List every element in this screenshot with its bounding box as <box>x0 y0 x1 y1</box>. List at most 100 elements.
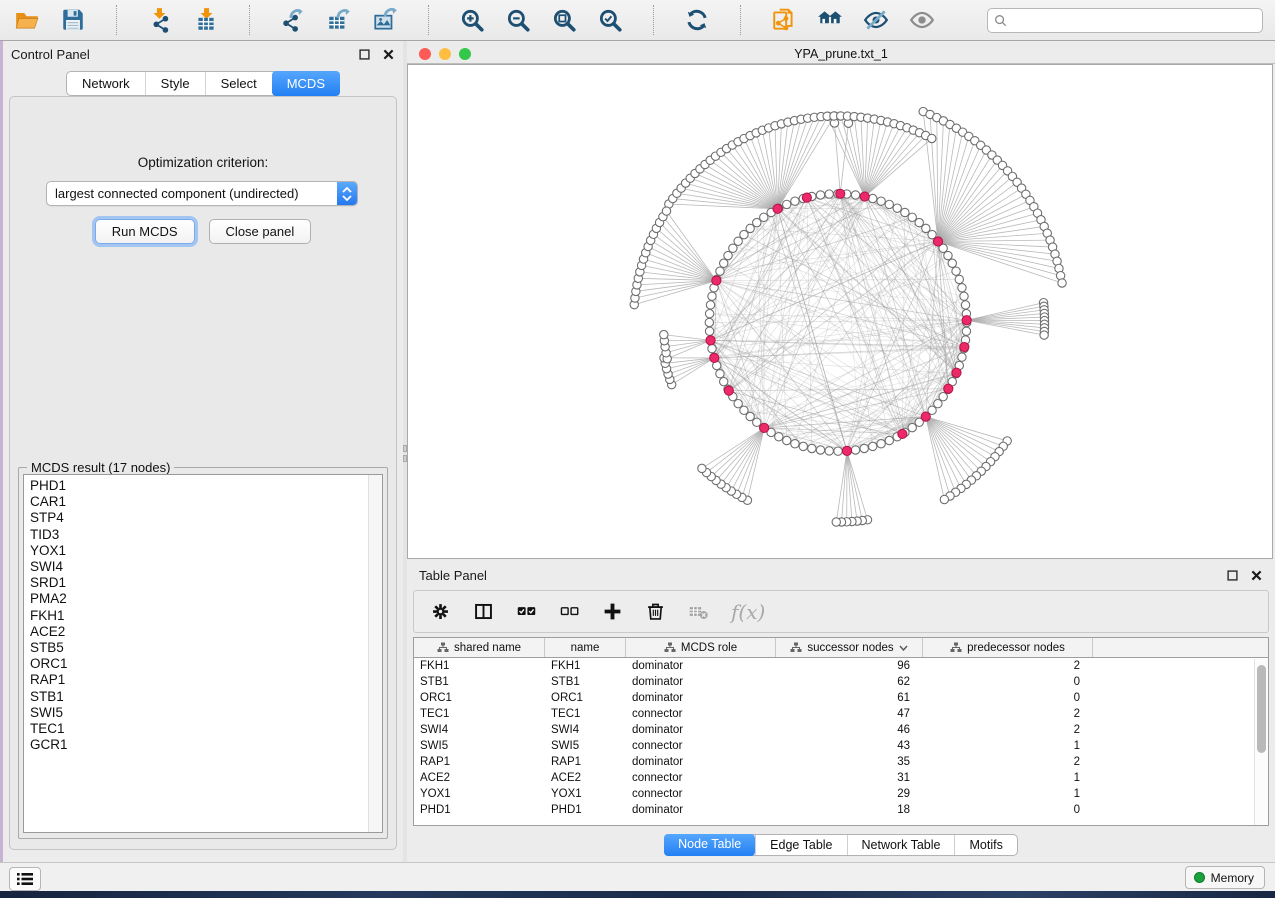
tab-motifs[interactable]: Motifs <box>954 835 1016 855</box>
mcds-result-item[interactable]: TEC1 <box>30 721 368 737</box>
task-history-button[interactable] <box>9 867 41 891</box>
zoom-out-button[interactable] <box>503 5 533 35</box>
mcds-result-item[interactable]: STB1 <box>30 689 368 705</box>
table-row[interactable]: STB1STB1dominator620 <box>414 674 1268 690</box>
close-panel-icon[interactable] <box>381 47 395 61</box>
table-row[interactable]: RAP1RAP1dominator352 <box>414 754 1268 770</box>
mcds-hub-node[interactable] <box>921 412 930 421</box>
tab-mcds[interactable]: MCDS <box>272 71 340 96</box>
table-row[interactable]: ACE2ACE2connector311 <box>414 770 1268 786</box>
column-header-MCDS-role[interactable]: MCDS role <box>626 638 776 657</box>
tab-select[interactable]: Select <box>205 72 272 95</box>
zoom-fit-button[interactable] <box>549 5 579 35</box>
column-header-successor-nodes[interactable]: successor nodes <box>776 638 923 657</box>
float-panel-icon[interactable] <box>357 47 371 61</box>
zoom-selected-button[interactable] <box>595 5 625 35</box>
deselect-all-button[interactable] <box>559 601 580 622</box>
search-box[interactable] <box>987 8 1263 33</box>
mcds-result-item[interactable]: YOX1 <box>30 543 368 559</box>
open-file-button[interactable] <box>12 5 42 35</box>
mcds-hub-node[interactable] <box>802 193 811 202</box>
close-panel-icon[interactable] <box>1249 568 1263 582</box>
import-table-button[interactable] <box>191 5 221 35</box>
mcds-hub-node[interactable] <box>933 237 942 246</box>
mcds-hub-node[interactable] <box>724 386 733 395</box>
mcds-result-item[interactable]: TID3 <box>30 527 368 543</box>
mcds-result-item[interactable]: RAP1 <box>30 672 368 688</box>
import-network-button[interactable] <box>145 5 175 35</box>
mcds-result-item[interactable]: SRD1 <box>30 575 368 591</box>
mcds-hub-node[interactable] <box>860 192 869 201</box>
mcds-result-item[interactable]: ACE2 <box>30 624 368 640</box>
toolbar-icon-groups <box>12 5 937 35</box>
export-table-button[interactable] <box>324 5 354 35</box>
add-column-button[interactable] <box>602 601 623 622</box>
table-row[interactable]: ORC1ORC1dominator610 <box>414 690 1268 706</box>
optimization-criterion-dropdown[interactable]: largest connected component (undirected) <box>46 181 358 206</box>
mcds-result-item[interactable]: CAR1 <box>30 494 368 510</box>
mcds-hub-node[interactable] <box>836 189 845 198</box>
network-canvas[interactable] <box>407 64 1273 559</box>
mcds-result-item[interactable]: ORC1 <box>30 656 368 672</box>
mcds-hub-node[interactable] <box>773 204 782 213</box>
destroy-table-button[interactable] <box>688 601 709 622</box>
mcds-result-item[interactable]: SWI4 <box>30 559 368 575</box>
column-header-name[interactable]: name <box>545 638 626 657</box>
tab-style[interactable]: Style <box>145 72 205 95</box>
new-network-from-selection-button[interactable] <box>769 5 799 35</box>
select-all-button[interactable] <box>516 601 537 622</box>
mcds-result-item[interactable]: STB5 <box>30 640 368 656</box>
mcds-hub-node[interactable] <box>952 368 961 377</box>
mcds-result-item[interactable]: SWI5 <box>30 705 368 721</box>
run-mcds-button[interactable]: Run MCDS <box>95 219 195 244</box>
table-scrollbar-thumb[interactable] <box>1257 665 1266 753</box>
zoom-in-button[interactable] <box>457 5 487 35</box>
export-image-button[interactable] <box>370 5 400 35</box>
show-all-button[interactable] <box>907 5 937 35</box>
mcds-list-scrollbar[interactable] <box>368 475 382 832</box>
search-input[interactable] <box>1011 13 1256 27</box>
table-row[interactable]: PHD1PHD1dominator180 <box>414 802 1268 818</box>
mcds-hub-node[interactable] <box>960 342 969 351</box>
first-neighbors-button[interactable] <box>815 5 845 35</box>
mcds-hub-node[interactable] <box>962 316 971 325</box>
mcds-result-item[interactable]: FKH1 <box>30 608 368 624</box>
mcds-hub-node[interactable] <box>760 423 769 432</box>
column-layout-button[interactable] <box>473 601 494 622</box>
export-network-button[interactable] <box>278 5 308 35</box>
save-session-button[interactable] <box>58 5 88 35</box>
mcds-hub-node[interactable] <box>712 276 721 285</box>
tab-node-table[interactable]: Node Table <box>664 834 755 856</box>
table-scrollbar[interactable] <box>1254 659 1268 825</box>
mcds-hub-node[interactable] <box>710 353 719 362</box>
column-header-shared-name[interactable]: shared name <box>414 638 545 657</box>
mcds-result-item[interactable]: STP4 <box>30 510 368 526</box>
close-panel-button[interactable]: Close panel <box>209 219 312 244</box>
tab-network-table[interactable]: Network Table <box>847 835 955 855</box>
list-icon <box>16 872 34 886</box>
mcds-result-item[interactable]: GCR1 <box>30 737 368 753</box>
gear-button[interactable] <box>430 601 451 622</box>
tab-network[interactable]: Network <box>67 72 145 95</box>
mcds-result-item[interactable]: PHD1 <box>30 478 368 494</box>
table-row[interactable]: SWI5SWI5connector431 <box>414 738 1268 754</box>
function-builder-button[interactable]: f(x) <box>731 600 765 624</box>
refresh-network-button[interactable] <box>682 5 712 35</box>
mcds-result-item[interactable]: PMA2 <box>30 591 368 607</box>
hide-selected-button[interactable] <box>861 5 891 35</box>
mcds-hub-node[interactable] <box>944 384 953 393</box>
shared-column-icon <box>950 642 962 653</box>
tab-edge-table[interactable]: Edge Table <box>755 835 846 855</box>
mcds-hub-node[interactable] <box>706 336 715 345</box>
table-row[interactable]: SWI4SWI4dominator462 <box>414 722 1268 738</box>
column-header-predecessor-nodes[interactable]: predecessor nodes <box>923 638 1093 657</box>
table-row[interactable]: TEC1TEC1connector472 <box>414 706 1268 722</box>
delete-column-button[interactable] <box>645 601 666 622</box>
float-panel-icon[interactable] <box>1225 568 1239 582</box>
mcds-hub-node[interactable] <box>898 429 907 438</box>
table-row[interactable]: FKH1FKH1dominator962 <box>414 658 1268 674</box>
memory-button[interactable]: Memory <box>1185 866 1265 889</box>
mcds-hub-node[interactable] <box>842 446 851 455</box>
gear-icon <box>430 601 451 622</box>
table-row[interactable]: YOX1YOX1connector291 <box>414 786 1268 802</box>
